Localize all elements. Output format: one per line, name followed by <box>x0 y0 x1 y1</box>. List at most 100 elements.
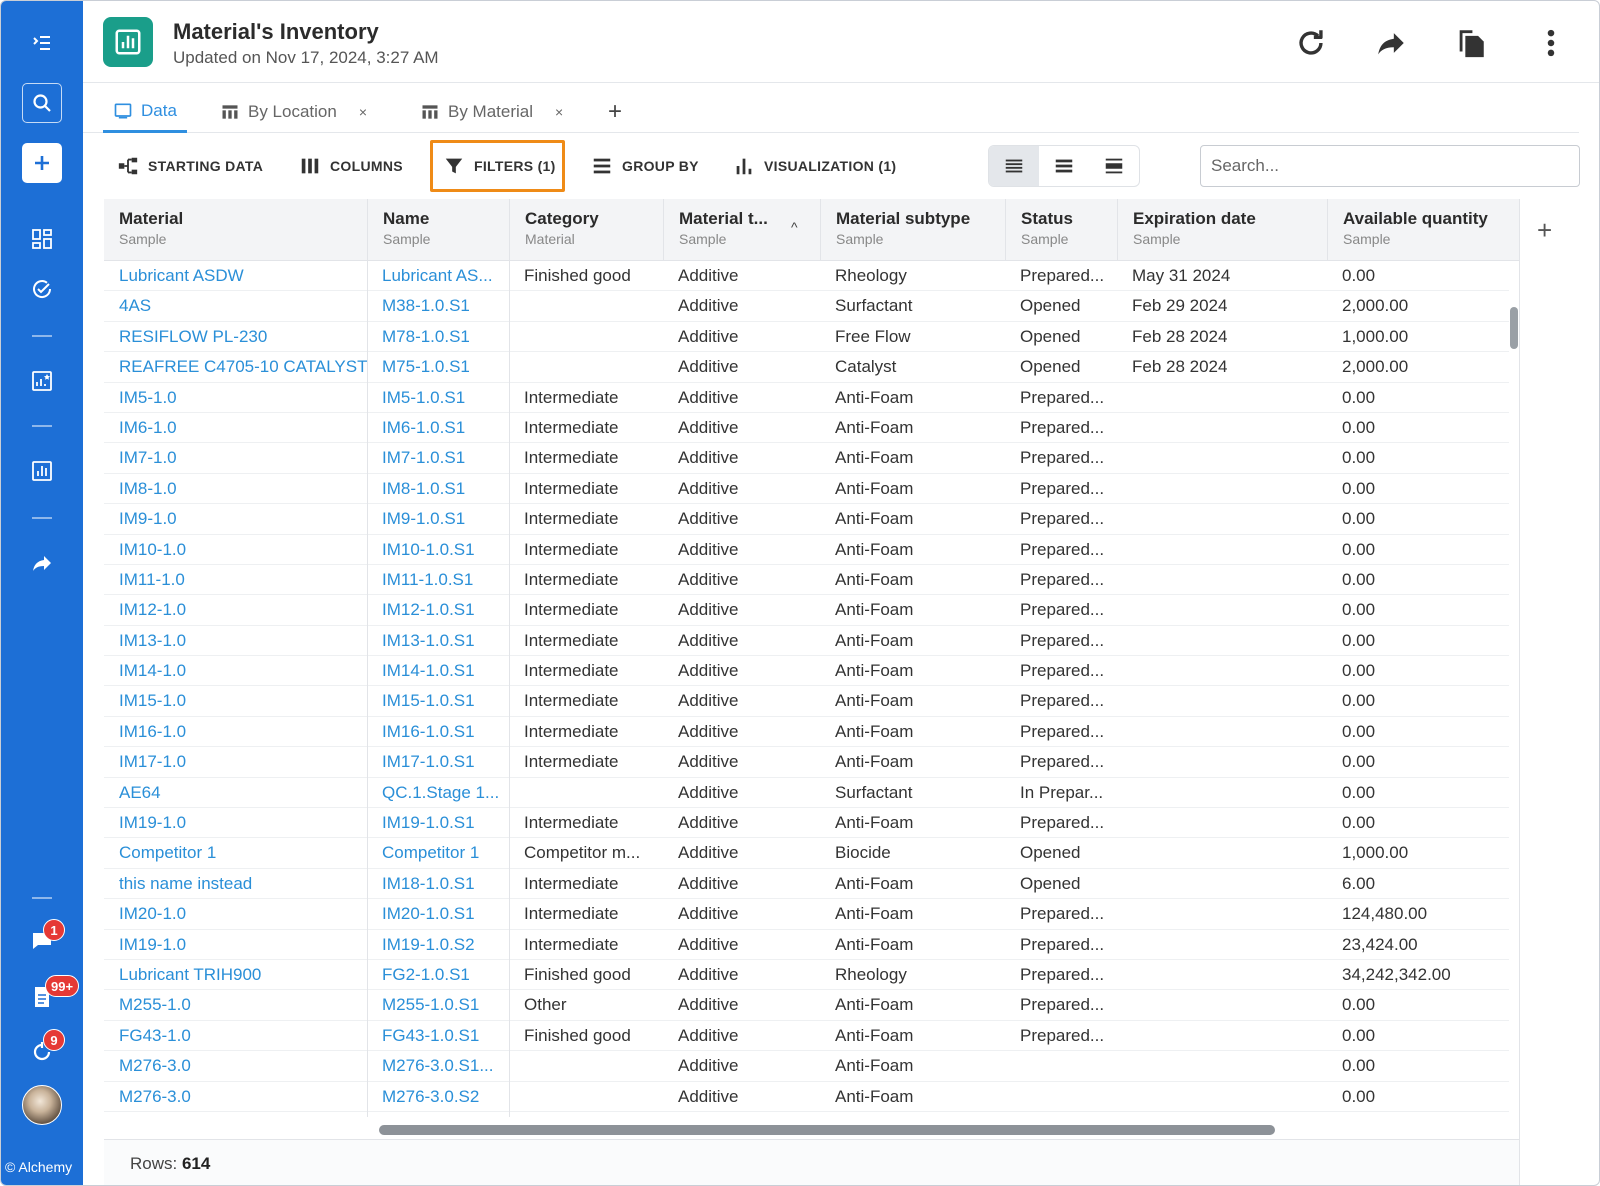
table-row[interactable]: IM12-1.0 IM12-1.0.S1 Intermediate Additive A… <box>104 595 1509 626</box>
search-input[interactable] <box>1200 145 1580 187</box>
cell-name[interactable]: IM10-1.0.S1 <box>367 535 509 565</box>
cell-name[interactable]: FG2-1.0.S1 <box>367 960 509 990</box>
duplicate-icon[interactable] <box>1451 23 1491 63</box>
table-row[interactable]: IM14-1.0 IM14-1.0.S1 Intermediate Additive A… <box>104 656 1509 687</box>
cell-material[interactable]: IM17-1.0 <box>104 747 367 777</box>
cell-name[interactable]: M276-3.0.S1... <box>367 1051 509 1081</box>
cell-name[interactable]: IM19-1.0.S1 <box>367 808 509 838</box>
cell-material[interactable]: IM10-1.0 <box>104 535 367 565</box>
cell-material[interactable]: M276-3.0 <box>104 1051 367 1081</box>
table-row[interactable]: Competitor 1XM1-1.0.S2Competitor m...Add… <box>104 1112 1509 1118</box>
table-row[interactable]: IM11-1.0 IM11-1.0.S1 Intermediate Additive A… <box>104 565 1509 596</box>
cell-material[interactable]: IM7-1.0 <box>104 443 367 473</box>
table-row[interactable]: IM15-1.0 IM15-1.0.S1 Intermediate Additive A… <box>104 686 1509 717</box>
cell-name[interactable]: M255-1.0.S1 <box>367 990 509 1020</box>
cell-material[interactable]: IM5-1.0 <box>104 383 367 413</box>
column-header-category[interactable]: Category Material <box>509 199 663 261</box>
cell-name[interactable]: IM16-1.0.S1 <box>367 717 509 747</box>
cell-name[interactable]: IM12-1.0.S1 <box>367 595 509 625</box>
table-row[interactable]: IM9-1.0 IM9-1.0.S1 Intermediate Additive Ant… <box>104 504 1509 535</box>
vertical-scrollbar[interactable] <box>1510 307 1518 349</box>
table-row[interactable]: M276-3.0 M276-3.0.S2 Additive Anti-Foam 0.00 <box>104 1082 1509 1112</box>
cell-name[interactable]: IM6-1.0.S1 <box>367 413 509 443</box>
cell-name[interactable]: IM5-1.0.S1 <box>367 383 509 413</box>
add-tab-button[interactable]: + <box>602 98 628 125</box>
cell-name[interactable]: Lubricant AS... <box>367 261 509 291</box>
column-header-available-quantity[interactable]: Available quantity Sample <box>1327 199 1519 261</box>
cell-material[interactable]: M255-1.0 <box>104 990 367 1020</box>
more-icon[interactable] <box>1531 23 1571 63</box>
cell-name[interactable]: IM15-1.0.S1 <box>367 686 509 716</box>
cell-material[interactable]: Competitor 1 <box>104 838 367 868</box>
cell-material[interactable]: Lubricant TRIH900 <box>104 960 367 990</box>
table-row[interactable]: Lubricant ASDW Lubricant AS... Finished go… <box>104 261 1509 292</box>
cell-material[interactable]: IM11-1.0 <box>104 565 367 595</box>
close-tab-icon[interactable]: × <box>359 104 367 120</box>
table-row[interactable]: IM8-1.0 IM8-1.0.S1 Intermediate Additive Ant… <box>104 474 1509 505</box>
table-row[interactable]: 4AS M38-1.0.S1 Additive Surfactant Opened Feb… <box>104 291 1509 322</box>
columns-button[interactable]: COLUMNS <box>299 141 403 191</box>
cell-name[interactable]: M38-1.0.S1 <box>367 291 509 321</box>
table-row[interactable]: this name instead IM18-1.0.S1 Intermediate… <box>104 869 1509 900</box>
column-header-material[interactable]: Material Sample <box>104 199 367 261</box>
column-header-expiration-date[interactable]: Expiration date Sample <box>1117 199 1327 261</box>
cell-material[interactable]: IM14-1.0 <box>104 656 367 686</box>
cell-material[interactable]: Lubricant ASDW <box>104 261 367 291</box>
tab-by-material[interactable]: By Material × <box>420 91 563 133</box>
cell-material[interactable]: IM9-1.0 <box>104 504 367 534</box>
table-row[interactable]: IM5-1.0 IM5-1.0.S1 Intermediate Additive Ant… <box>104 383 1509 413</box>
refresh-icon[interactable] <box>1291 23 1331 63</box>
cell-name[interactable]: IM13-1.0.S1 <box>367 626 509 656</box>
table-row[interactable]: FG43-1.0 FG43-1.0.S1 Finished good Additive… <box>104 1021 1509 1052</box>
task-check-icon[interactable] <box>22 269 62 309</box>
cell-material[interactable]: IM15-1.0 <box>104 686 367 716</box>
group-by-button[interactable]: GROUP BY <box>591 141 699 191</box>
cell-material[interactable]: this name instead <box>104 869 367 899</box>
cell-material[interactable]: IM13-1.0 <box>104 626 367 656</box>
tab-by-location[interactable]: By Location × <box>220 91 367 133</box>
search-icon[interactable] <box>22 83 62 123</box>
cell-name[interactable]: IM17-1.0.S1 <box>367 747 509 777</box>
add-column-button[interactable]: + <box>1537 215 1552 246</box>
share-icon[interactable] <box>1371 23 1411 63</box>
analytics-icon[interactable] <box>22 451 62 491</box>
cell-name[interactable]: IM19-1.0.S2 <box>367 930 509 960</box>
table-row[interactable]: IM16-1.0 IM16-1.0.S1 Intermediate Additive A… <box>104 717 1509 748</box>
density-comfortable-button[interactable] <box>1089 146 1139 186</box>
cell-name[interactable]: M276-3.0.S2 <box>367 1082 509 1112</box>
close-tab-icon[interactable]: × <box>555 104 563 120</box>
cell-name[interactable]: M75-1.0.S1 <box>367 352 509 382</box>
avatar[interactable] <box>22 1085 62 1125</box>
table-row[interactable]: M255-1.0 M255-1.0.S1 Other Additive Anti-Foa… <box>104 990 1509 1021</box>
cell-name[interactable]: XM1-1.0.S2 <box>367 1112 509 1118</box>
cell-name[interactable]: IM20-1.0.S1 <box>367 899 509 929</box>
menu-expand-icon[interactable] <box>22 23 62 63</box>
horizontal-scrollbar[interactable] <box>379 1125 1275 1135</box>
cell-material[interactable]: IM19-1.0 <box>104 930 367 960</box>
dashboard-icon[interactable] <box>22 219 62 259</box>
cell-name[interactable]: Competitor 1 <box>367 838 509 868</box>
column-header-status[interactable]: Status Sample <box>1005 199 1117 261</box>
add-icon[interactable] <box>22 143 62 183</box>
table-row[interactable]: IM17-1.0 IM17-1.0.S1 Intermediate Additive A… <box>104 747 1509 778</box>
column-header-material-type[interactable]: Material t... Sample ^ <box>663 199 820 261</box>
density-standard-button[interactable] <box>1039 146 1089 186</box>
cell-material[interactable]: 4AS <box>104 291 367 321</box>
cell-name[interactable]: IM8-1.0.S1 <box>367 474 509 504</box>
table-row[interactable]: IM20-1.0 IM20-1.0.S1 Intermediate Additive A… <box>104 899 1509 930</box>
cell-name[interactable]: M78-1.0.S1 <box>367 322 509 352</box>
table-row[interactable]: IM13-1.0 IM13-1.0.S1 Intermediate Additive A… <box>104 626 1509 657</box>
table-row[interactable]: IM7-1.0 IM7-1.0.S1 Intermediate Additive Ant… <box>104 443 1509 474</box>
cell-material[interactable]: FG43-1.0 <box>104 1021 367 1051</box>
cell-material[interactable]: RESIFLOW PL-230 <box>104 322 367 352</box>
cell-name[interactable]: FG43-1.0.S1 <box>367 1021 509 1051</box>
density-compact-button[interactable] <box>989 146 1039 186</box>
table-row[interactable]: IM6-1.0 IM6-1.0.S1 Intermediate Additive Ant… <box>104 413 1509 444</box>
table-row[interactable]: AE64 QC.1.Stage 1... Additive Surfactant In … <box>104 778 1509 809</box>
cell-material[interactable]: M276-3.0 <box>104 1082 367 1112</box>
cell-name[interactable]: IM14-1.0.S1 <box>367 656 509 686</box>
cell-material[interactable]: IM16-1.0 <box>104 717 367 747</box>
cell-material[interactable]: IM20-1.0 <box>104 899 367 929</box>
report-star-icon[interactable] <box>22 361 62 401</box>
table-row[interactable]: REAFREE C4705-10 CATALYST M75-1.0.S1 Addit… <box>104 352 1509 383</box>
